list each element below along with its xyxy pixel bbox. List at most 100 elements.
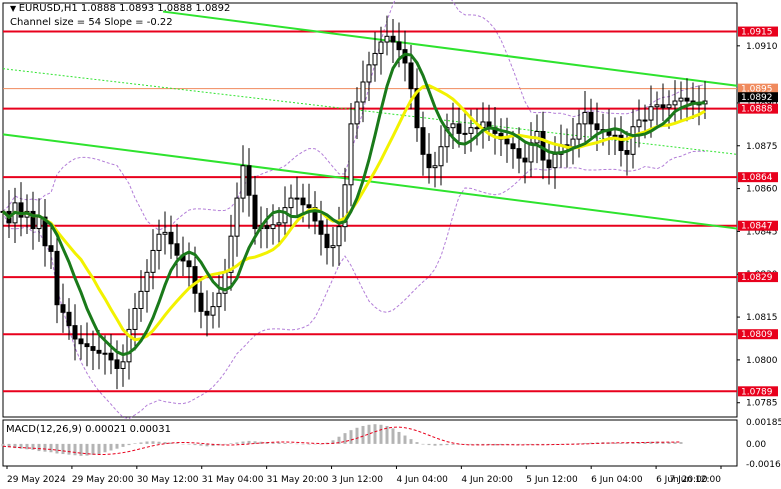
- x-tick-label: 3 Jun 12:00: [332, 475, 384, 485]
- y-tick-label: 1.0815: [746, 313, 778, 323]
- y-tick-label: 1.0800: [746, 356, 778, 366]
- level-label: 1.0864: [741, 173, 773, 183]
- macd-bar: [91, 443, 95, 455]
- x-tick-label: 7 Jun 12:00: [670, 475, 722, 485]
- macd-bar: [421, 443, 425, 445]
- macd-bar: [61, 443, 65, 455]
- candle-body: [96, 349, 102, 354]
- candle-body: [582, 111, 588, 125]
- x-tick-label: 29 May 20:00: [72, 475, 134, 485]
- candle-body: [156, 233, 162, 251]
- x-tick-label: 4 Jun 20:00: [461, 475, 513, 485]
- candle-body: [678, 97, 684, 102]
- candle-body: [576, 123, 582, 140]
- candle-body: [462, 132, 468, 135]
- y-tick-label: 1.0785: [746, 399, 778, 409]
- channel-header: Channel size = 54 Slope = -0.22: [10, 17, 173, 28]
- macd-tick-label: 0.00185: [746, 418, 781, 428]
- macd-bar: [157, 441, 161, 444]
- macd-bar: [349, 430, 353, 444]
- macd-bar: [151, 441, 155, 444]
- channel-upper-line: [162, 10, 738, 87]
- candle-body: [150, 249, 156, 273]
- macd-bar: [193, 443, 197, 446]
- candle-body: [570, 138, 576, 148]
- candle-body: [174, 243, 180, 256]
- candle-body: [66, 311, 72, 327]
- y-tick-label: 1.0910: [746, 42, 778, 52]
- candle-body: [432, 165, 438, 169]
- candle-body: [540, 130, 546, 161]
- candle-body: [354, 101, 360, 125]
- y-tick-label: 1.0860: [746, 185, 778, 195]
- candle-body: [450, 123, 456, 129]
- candle-body: [372, 52, 378, 66]
- candle-body: [336, 226, 342, 247]
- x-tick-label: 30 May 12:00: [137, 475, 199, 485]
- macd-bar: [37, 443, 41, 452]
- macd-bar: [301, 443, 305, 445]
- candle-body: [216, 292, 222, 308]
- current-price-label: 1.0892: [741, 93, 773, 103]
- level-label: 1.0915: [741, 28, 773, 38]
- macd-bar: [97, 443, 101, 455]
- macd-bar: [235, 442, 239, 444]
- candle-body: [252, 194, 258, 230]
- candle-body: [510, 143, 516, 150]
- candle-body: [60, 304, 66, 313]
- candle-body: [588, 111, 594, 125]
- candle-body: [360, 81, 366, 103]
- candle-body: [270, 224, 276, 230]
- candle-body: [210, 306, 216, 316]
- candle-body: [294, 197, 300, 200]
- macd-bar: [229, 443, 233, 444]
- macd-label: MACD(12,26,9) 0.00021 0.00031: [6, 424, 172, 435]
- candle-body: [390, 35, 396, 43]
- macd-bar: [313, 443, 317, 445]
- candle-body: [684, 97, 690, 102]
- macd-bar: [241, 441, 245, 444]
- candle-body: [396, 41, 402, 51]
- candle-body: [102, 352, 108, 355]
- candle-body: [264, 225, 270, 230]
- candle-body: [624, 150, 630, 155]
- macd-bar: [55, 443, 59, 454]
- candle-body: [630, 126, 636, 155]
- bollinger-lower: [2, 150, 706, 420]
- candle-body: [612, 134, 618, 137]
- candle-body: [642, 119, 648, 122]
- candle-body: [234, 197, 240, 237]
- candle-body: [438, 146, 444, 167]
- candle-body: [384, 35, 390, 43]
- candle-body: [78, 338, 84, 345]
- macd-bar: [343, 433, 347, 444]
- macd-bar: [409, 439, 413, 444]
- x-tick-label: 31 May 04:00: [202, 475, 264, 485]
- macd-bar: [283, 442, 287, 444]
- ma-fast-line: [1, 52, 706, 357]
- x-tick-label: 31 May 20:00: [267, 475, 329, 485]
- candle-body: [306, 204, 312, 209]
- candle-body: [144, 271, 150, 292]
- candle-body: [276, 222, 282, 226]
- macd-bar: [31, 443, 35, 450]
- level-label: 1.0809: [741, 330, 773, 340]
- candle-body: [90, 346, 96, 351]
- macd-bar: [247, 440, 251, 444]
- level-label: 1.0829: [741, 273, 773, 283]
- candle-body: [282, 207, 288, 224]
- macd-bar: [139, 442, 143, 444]
- candle-body: [246, 165, 252, 196]
- macd-bar: [307, 443, 311, 445]
- candle-body: [138, 290, 144, 310]
- level-label: 1.0888: [741, 105, 773, 115]
- candle-body: [204, 310, 210, 316]
- macd-bar: [67, 443, 71, 455]
- candle-body: [348, 123, 354, 186]
- candle-body: [54, 250, 60, 306]
- macd-bar: [433, 443, 437, 446]
- macd-bar: [373, 424, 377, 444]
- macd-bar: [361, 425, 365, 444]
- candle-body: [318, 220, 324, 235]
- candle-body: [186, 260, 192, 268]
